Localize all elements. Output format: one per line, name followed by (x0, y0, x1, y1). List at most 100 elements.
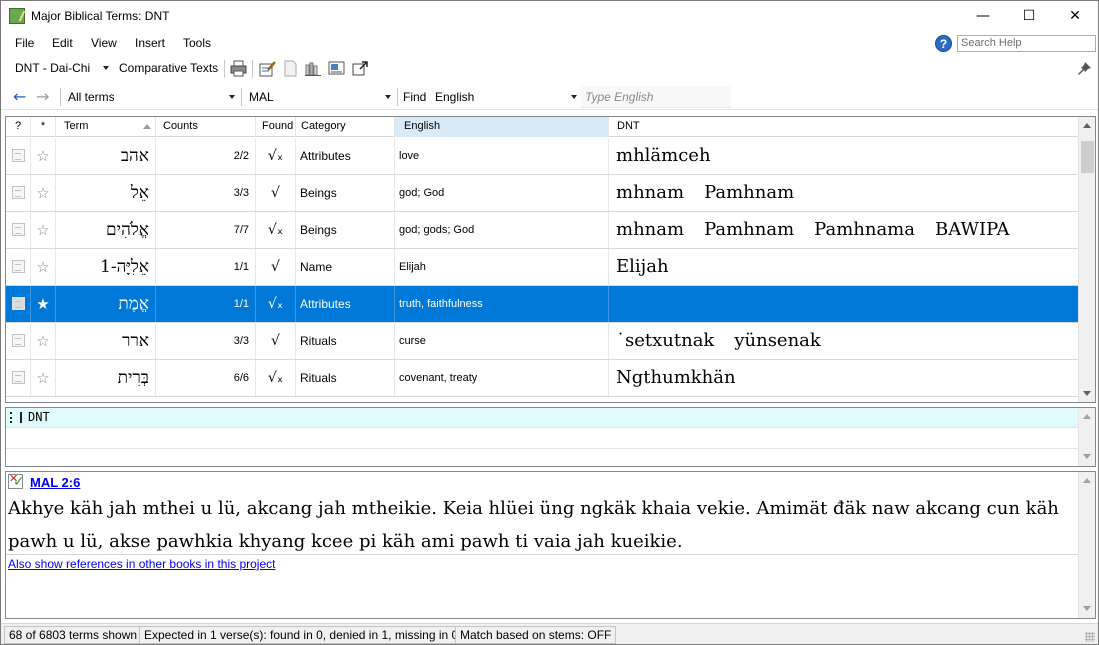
english-gloss-cell: Elijah (395, 249, 609, 285)
column-header-found[interactable]: Found (256, 117, 296, 137)
scroll-down-arrow-icon[interactable] (1083, 606, 1091, 611)
column-header-note[interactable]: ? (6, 117, 31, 137)
dnt-renderings-cell[interactable]: Ngthumkhän (609, 360, 1079, 396)
dnt-renderings-cell[interactable]: mhnam Pamhnam Pamhnama BAWIPA (609, 212, 1079, 248)
table-row[interactable]: ☆ אֵלִיָּה-1 1/1 √ Name Elijah Elijah (6, 249, 1079, 286)
menu-insert[interactable]: Insert (135, 36, 165, 50)
scroll-thumb[interactable] (1081, 141, 1094, 173)
star-outline-icon[interactable]: ☆ (36, 184, 49, 202)
dnt-renderings-cell[interactable] (609, 286, 1079, 322)
minimize-button[interactable]: — (960, 1, 1006, 32)
table-row[interactable]: ☆ בְּרִית 6/6 √ₓ Rituals covenant, treaty Ngth… (6, 360, 1079, 397)
column-header-english[interactable]: English (395, 117, 609, 137)
note-icon[interactable] (12, 260, 25, 273)
term-filter-dropdown-arrow-icon[interactable] (229, 95, 235, 99)
table-row[interactable]: ☆ אהב 2/2 √ₓ Attributes love mhlämceh (6, 138, 1079, 175)
page-icon[interactable] (282, 60, 299, 77)
column-header-star[interactable]: * (31, 117, 56, 137)
search-help-input[interactable]: Search Help (957, 35, 1096, 52)
star-outline-icon[interactable]: ☆ (36, 369, 49, 387)
column-header-dnt[interactable]: DNT (609, 117, 1079, 137)
note-cell[interactable] (6, 175, 31, 211)
hebrew-term: אֵל (130, 183, 149, 203)
note-icon[interactable] (12, 186, 25, 199)
note-icon[interactable] (12, 149, 25, 162)
back-arrow-icon[interactable]: ← (13, 89, 26, 105)
note-icon[interactable] (12, 223, 25, 236)
star-cell[interactable]: ☆ (31, 212, 56, 248)
book-range-select[interactable]: MAL (249, 90, 274, 104)
find-language-select[interactable]: English (435, 90, 474, 104)
note-cell[interactable] (6, 138, 31, 174)
book-range-dropdown-arrow-icon[interactable] (385, 95, 391, 99)
counts-cell: 3/3 (156, 323, 256, 359)
table-row[interactable]: ☆ ארר 3/3 √ Rituals curse ˙setxutnak yünsenak (6, 323, 1079, 360)
note-cell[interactable] (6, 212, 31, 248)
dnt-renderings-cell[interactable]: ˙setxutnak yünsenak (609, 323, 1079, 359)
project-dropdown-arrow-icon[interactable] (103, 66, 109, 70)
dnt-renderings-cell[interactable]: mhlämceh (609, 138, 1079, 174)
close-button[interactable]: ✕ (1052, 1, 1098, 32)
term-filter-select[interactable]: All terms (68, 90, 115, 104)
note-cell[interactable] (6, 249, 31, 285)
star-cell[interactable]: ☆ (31, 175, 56, 211)
comparative-texts-button[interactable]: Comparative Texts (119, 61, 218, 75)
scroll-up-arrow-icon[interactable] (1083, 478, 1091, 483)
star-cell[interactable]: ☆ (31, 249, 56, 285)
table-row[interactable]: ☆ אֵל 3/3 √ Beings god; God mhnam Pamhnam (6, 175, 1079, 212)
star-outline-icon[interactable]: ☆ (36, 332, 49, 350)
pin-icon[interactable] (1076, 60, 1093, 77)
star-outline-icon[interactable]: ☆ (36, 258, 49, 276)
find-input[interactable]: Type English (581, 86, 731, 108)
table-row[interactable]: ☆ אֱלֹהִים 7/7 √ₓ Beings god; gods; God mhnam P… (6, 212, 1079, 249)
print-icon[interactable] (230, 60, 247, 77)
hebrew-term: אֱלֹהִים (106, 220, 149, 240)
scroll-down-arrow-icon[interactable] (1083, 454, 1091, 459)
table-row[interactable]: ★ אֱמֶת 1/1 √ₓ Attributes truth, faithfulness (6, 286, 1079, 323)
renderings-vertical-scrollbar[interactable] (1078, 408, 1095, 466)
star-filled-icon[interactable]: ★ (36, 295, 49, 313)
dnt-rendering: Ngthumkhän (616, 367, 736, 388)
star-cell[interactable]: ☆ (31, 138, 56, 174)
star-cell[interactable]: ☆ (31, 323, 56, 359)
dnt-renderings-cell[interactable]: mhnam Pamhnam (609, 175, 1079, 211)
scroll-up-arrow-icon[interactable] (1083, 123, 1091, 128)
grid-vertical-scrollbar[interactable] (1078, 117, 1095, 402)
column-header-category[interactable]: Category (296, 117, 395, 137)
menu-tools[interactable]: Tools (183, 36, 211, 50)
terms-grid[interactable]: ? * Term Counts Found Category English D… (5, 116, 1096, 403)
star-cell[interactable]: ★ (31, 286, 56, 322)
scroll-up-arrow-icon[interactable] (1083, 414, 1091, 419)
note-cell[interactable] (6, 360, 31, 396)
menu-file[interactable]: File (15, 36, 34, 50)
menu-view[interactable]: View (91, 36, 117, 50)
find-language-dropdown-arrow-icon[interactable] (571, 95, 577, 99)
forward-arrow-icon[interactable]: → (36, 89, 49, 105)
maximize-button[interactable]: ☐ (1006, 1, 1052, 32)
dnt-renderings-cell[interactable]: Elijah (609, 249, 1079, 285)
also-show-references-link[interactable]: Also show references in other books in t… (8, 557, 275, 571)
note-icon[interactable] (12, 297, 25, 310)
picture-icon[interactable] (328, 60, 345, 77)
star-outline-icon[interactable]: ☆ (36, 221, 49, 239)
renderings-pane[interactable]: DNT (5, 407, 1096, 467)
open-window-icon[interactable] (352, 60, 369, 77)
star-cell[interactable]: ☆ (31, 360, 56, 396)
column-header-term[interactable]: Term (56, 117, 156, 137)
note-icon[interactable] (12, 371, 25, 384)
note-cell[interactable] (6, 323, 31, 359)
note-cell[interactable] (6, 286, 31, 322)
books-icon[interactable] (305, 60, 322, 77)
scroll-down-arrow-icon[interactable] (1083, 391, 1091, 396)
menu-edit[interactable]: Edit (52, 36, 73, 50)
help-icon[interactable]: ? (935, 35, 952, 52)
verse-reference-link[interactable]: MAL 2:6 (30, 475, 80, 490)
verse-vertical-scrollbar[interactable] (1078, 472, 1095, 618)
edit-rendering-icon[interactable] (259, 60, 276, 77)
note-icon[interactable] (12, 334, 25, 347)
resize-grip-icon[interactable] (1085, 632, 1095, 642)
star-outline-icon[interactable]: ☆ (36, 147, 49, 165)
column-header-counts[interactable]: Counts (156, 117, 256, 137)
verse-status-icon[interactable]: ✕ ✓ (8, 472, 25, 490)
project-selector[interactable]: DNT - Dai-Chi (15, 61, 90, 75)
